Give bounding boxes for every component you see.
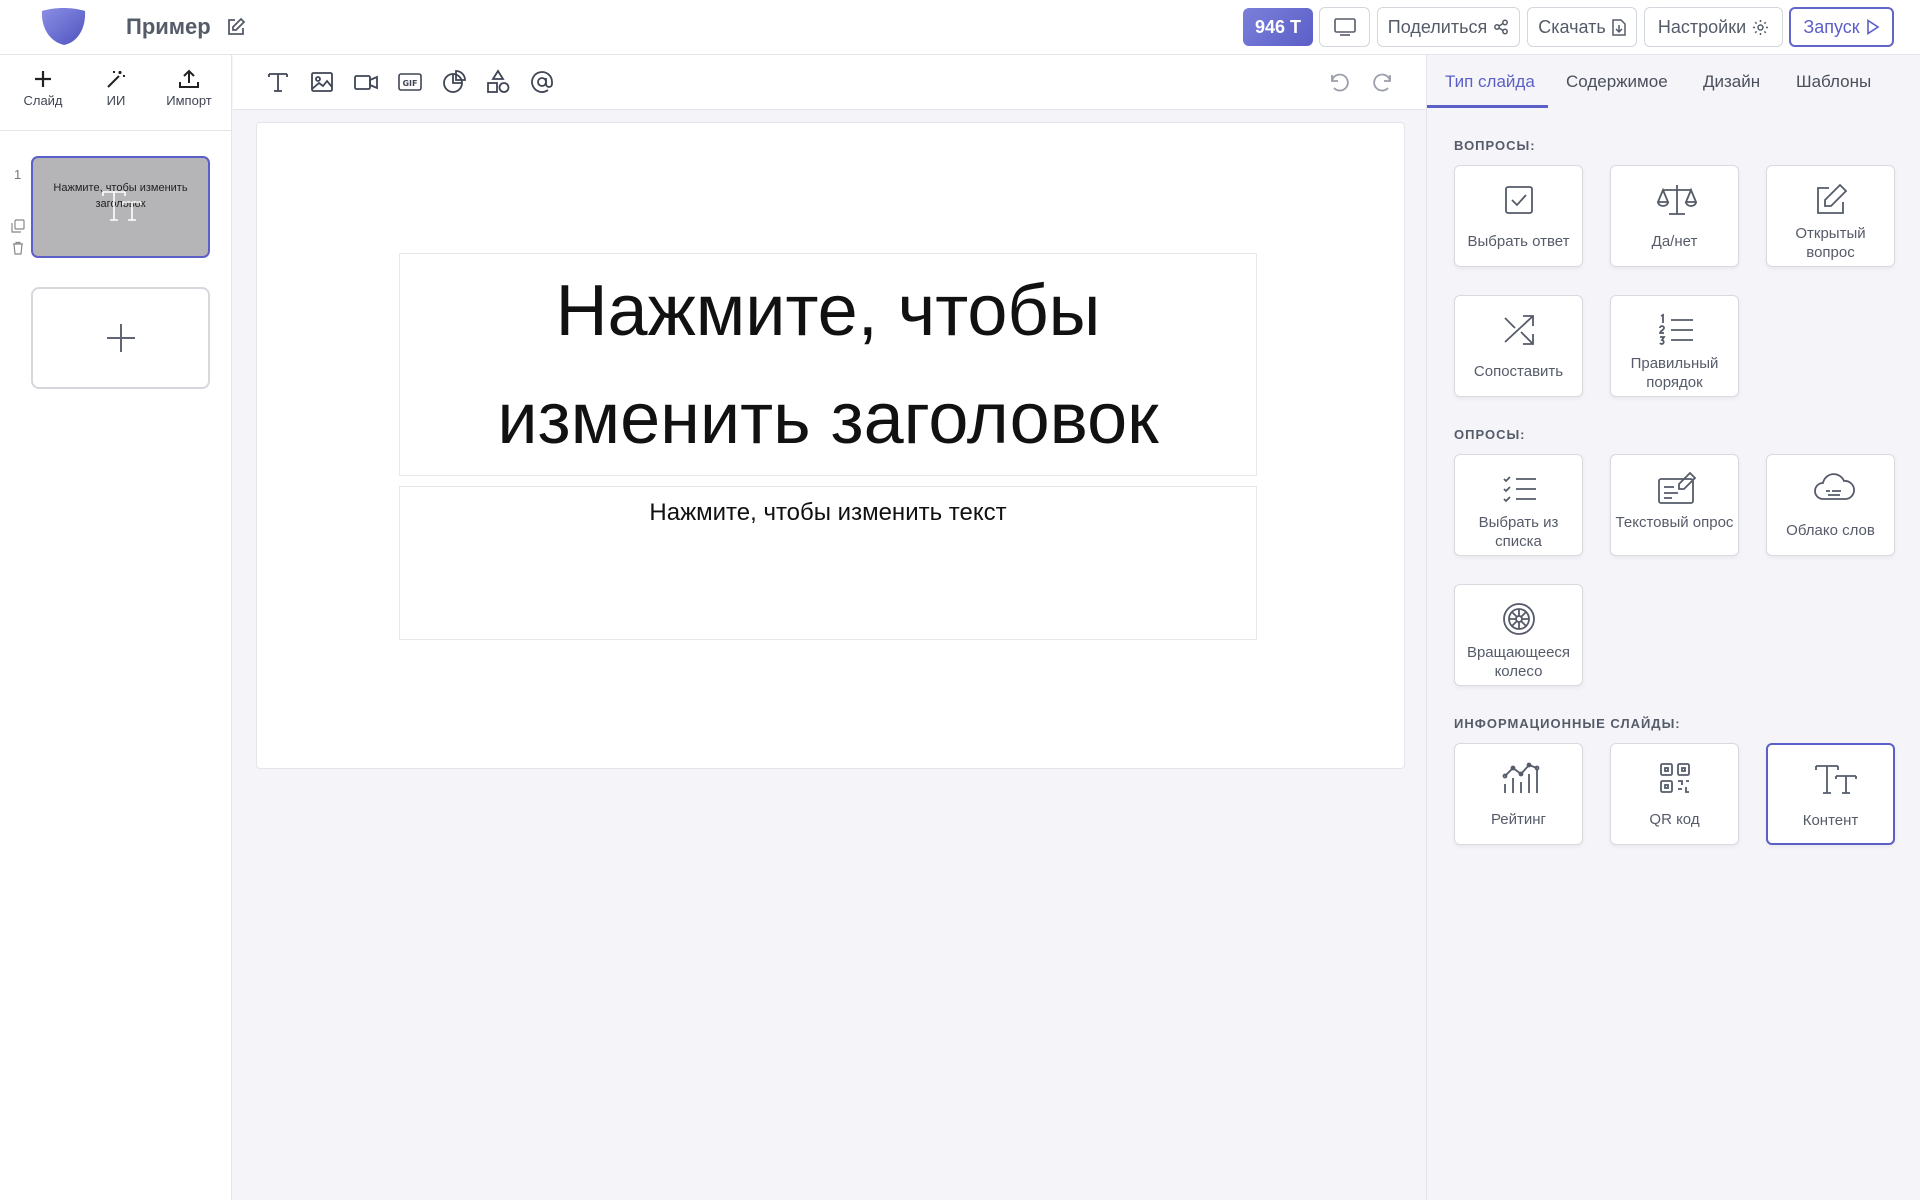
type-yes-no[interactable]: Да/нет [1610,165,1739,267]
shapes-icon[interactable] [485,69,511,95]
type-choose-from-list-label: Выбрать из списка [1478,514,1559,550]
slide-canvas: Нажмите, чтобы изменить заголовок Нажмит… [256,122,1405,769]
type-text-poll[interactable]: Текстовый опрос [1610,454,1739,556]
play-icon [1866,19,1880,35]
type-match-label: Сопоставить [1473,363,1564,380]
download-label: Скачать [1538,16,1606,37]
top-bar: Пример 946 T Поделиться Скачать Настройк… [0,0,1920,55]
slide-thumbnail[interactable]: Нажмите, чтобы изменить заголовок [31,156,210,258]
mention-icon[interactable] [529,69,555,95]
tab-content[interactable]: Содержимое [1566,72,1668,92]
gear-icon [1753,19,1769,35]
type-text-poll-label: Текстовый опрос [1615,514,1734,531]
type-multiple-choice[interactable]: Выбрать ответ [1454,165,1583,267]
type-open-question-label: Открытый вопрос [1795,225,1866,261]
import-tool-label: Импорт [166,93,212,108]
wheel-icon [1503,603,1535,635]
type-choose-from-list[interactable]: Выбрать из списка [1454,454,1583,556]
app-logo-icon[interactable] [40,8,87,46]
duplicate-slide-icon[interactable] [11,219,25,233]
type-word-cloud-label: Облако слов [1786,522,1875,539]
undo-icon[interactable] [1326,69,1352,95]
svg-text:GIF: GIF [402,79,417,88]
import-tool[interactable]: Импорт [159,69,219,108]
download-file-icon [1612,18,1626,36]
document-title[interactable]: Пример [126,12,211,42]
scales-icon [1657,185,1697,215]
tab-templates[interactable]: Шаблоны [1796,72,1871,92]
qr-code-icon [1660,763,1690,793]
type-rating-label: Рейтинг [1490,811,1547,828]
monitor-icon [1333,18,1356,36]
type-multiple-choice-label: Выбрать ответ [1467,233,1570,250]
checklist-icon [1503,476,1536,503]
image-icon[interactable] [309,69,335,95]
tokens-badge[interactable]: 946 T [1243,8,1313,46]
slide-type-panel: Тип слайда Содержимое Дизайн Шаблоны ВОП… [1426,55,1920,1200]
editor-toolbar: GIF [233,55,1426,110]
type-content-label: Контент [1802,812,1859,829]
panel-tabs: Тип слайда Содержимое Дизайн Шаблоны [1427,55,1920,109]
cloud-icon [1814,473,1855,500]
chart-icon[interactable] [441,69,467,95]
type-word-cloud[interactable]: Облако слов [1766,454,1895,556]
plus-icon [106,324,135,352]
gif-icon[interactable]: GIF [397,69,423,95]
type-yes-no-label: Да/нет [1651,233,1698,250]
checkbox-icon [1505,186,1533,214]
upload-icon [179,69,199,88]
share-icon [1494,19,1509,35]
edit-title-icon[interactable] [226,17,246,37]
add-slide-tool-label: Слайд [23,93,63,108]
delete-slide-icon[interactable] [11,241,25,255]
add-slide-tool[interactable]: Слайд [13,69,73,108]
settings-button[interactable]: Настройки [1644,7,1783,47]
redo-icon[interactable] [1370,69,1396,95]
shuffle-icon [1504,315,1534,345]
type-spinning-wheel-label: Вращающееся колесо [1466,644,1571,680]
preview-button[interactable] [1319,7,1370,47]
type-match[interactable]: Сопоставить [1454,295,1583,397]
text-input-icon [1658,471,1697,504]
type-correct-order[interactable]: Правильный порядок [1610,295,1739,397]
typography-icon [1815,765,1857,794]
active-tab-indicator [1427,105,1548,108]
text-icon[interactable] [265,69,291,95]
plus-icon [35,71,51,87]
info-section-label: ИНФОРМАЦИОННЫЕ СЛАЙДЫ: [1454,716,1681,731]
type-open-question[interactable]: Открытый вопрос [1766,165,1895,267]
add-slide-button[interactable] [31,287,210,389]
questions-section-label: ВОПРОСЫ: [1454,138,1536,153]
type-correct-order-label: Правильный порядок [1630,355,1719,391]
magic-wand-icon [107,71,125,88]
numbered-list-icon [1659,313,1693,345]
type-rating[interactable]: Рейтинг [1454,743,1583,845]
launch-label: Запуск [1803,16,1860,37]
settings-label: Настройки [1657,16,1747,37]
video-icon[interactable] [353,69,379,95]
share-button[interactable]: Поделиться [1377,7,1520,47]
type-spinning-wheel[interactable]: Вращающееся колесо [1454,584,1583,686]
type-qr-code[interactable]: QR код [1610,743,1739,845]
content-slide-icon [102,191,142,221]
launch-button[interactable]: Запуск [1789,7,1894,47]
polls-section-label: ОПРОСЫ: [1454,427,1526,442]
tab-slide-type[interactable]: Тип слайда [1445,72,1535,92]
slide-body-textbox[interactable]: Нажмите, чтобы изменить текст [399,486,1257,640]
share-label: Поделиться [1387,16,1488,37]
type-qr-code-label: QR код [1649,811,1700,828]
slide-number: 1 [14,167,22,182]
type-content[interactable]: Контент [1766,743,1895,845]
slides-panel: Слайд ИИ Импорт 1 Нажмите, чтобы изменит… [0,55,232,1200]
slides-toolbar: Слайд ИИ Импорт [0,55,231,131]
ai-tool[interactable]: ИИ [86,69,146,108]
edit-icon [1817,183,1848,214]
bar-line-chart-icon [1502,762,1540,793]
slide-title-textbox[interactable]: Нажмите, чтобы изменить заголовок [399,253,1257,476]
ai-tool-label: ИИ [106,93,126,108]
download-button[interactable]: Скачать [1527,7,1637,47]
tab-design[interactable]: Дизайн [1703,72,1760,92]
